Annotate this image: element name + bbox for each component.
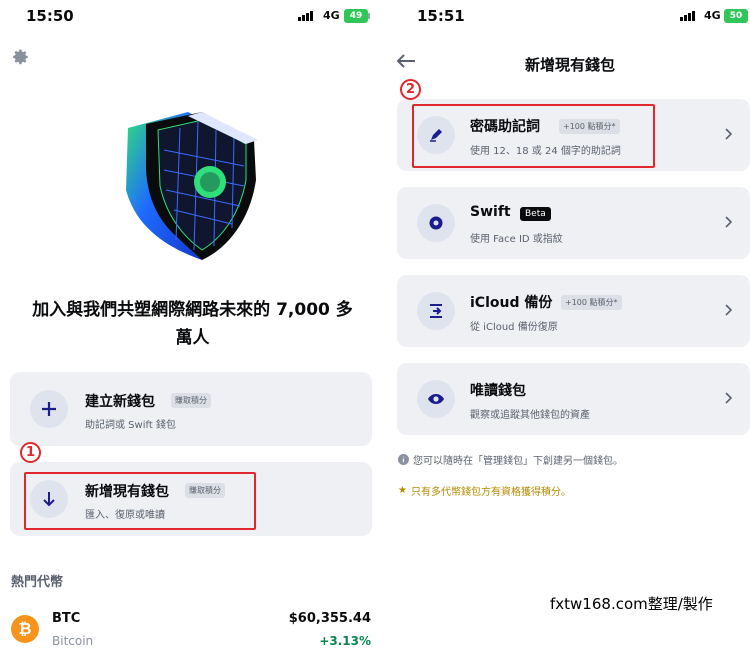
chevron-right-icon <box>725 392 732 404</box>
token-price: $60,355.44 <box>288 611 371 626</box>
shield-illustration <box>126 112 258 260</box>
plus-icon <box>30 390 68 428</box>
signal-icon <box>680 11 695 21</box>
battery-icon: 50 <box>724 9 748 23</box>
option-subtitle: 從 iCloud 備份復原 <box>470 322 558 333</box>
popular-tokens-header: 熱門代幣 <box>11 575 64 590</box>
gear-badge-icon <box>417 204 455 242</box>
option-subtitle: 使用 Face ID 或指紋 <box>470 234 563 245</box>
right-screen: 15:51 4G 50 新增現有錢包 密碼助記詞 +100 點積分* 使用 12… <box>390 0 750 652</box>
info-note-text: 您可以隨時在「管理錢包」下創建另一個錢包。 <box>413 456 623 467</box>
option-swift[interactable]: Swift Beta 使用 Face ID 或指紋 <box>397 187 750 259</box>
status-bar: 15:51 4G 50 <box>390 0 750 34</box>
status-bar: 15:50 4G 49 <box>0 0 385 34</box>
create-wallet-title: 建立新錢包 <box>85 394 155 410</box>
create-wallet-badge: 賺取積分 <box>171 393 211 408</box>
chevron-right-icon <box>725 304 732 316</box>
star-note-text: 只有多代幣錢包方有資格獲得積分。 <box>410 487 571 498</box>
option-badge: +100 點積分* <box>561 295 622 310</box>
network-label: 4G <box>323 9 340 22</box>
create-wallet-card[interactable]: 建立新錢包 賺取積分 助記詞或 Swift 錢包 <box>10 372 372 446</box>
create-wallet-subtitle: 助記詞或 Swift 錢包 <box>85 420 176 431</box>
hero-title: 加入與我們共塑網際網路未來的 7,000 多 萬人 <box>10 296 375 352</box>
option-view-only[interactable]: 唯讀錢包 觀察或追蹤其他錢包的資產 <box>397 363 750 435</box>
eye-icon <box>417 380 455 418</box>
chevron-right-icon <box>725 128 732 140</box>
battery-tip <box>368 13 370 19</box>
status-time: 15:51 <box>417 7 465 25</box>
gear-icon[interactable] <box>12 48 30 66</box>
option-title: Swift <box>470 204 511 220</box>
left-screen: 15:50 4G 49 加入與我們共塑網際網路未來的 7,000 多 萬人 建立… <box>0 0 385 652</box>
info-note: 您可以隨時在「管理錢包」下創建另一個錢包。 <box>398 452 623 467</box>
annotation-box-2 <box>412 104 655 168</box>
hero-title-line1: 加入與我們共塑網際網路未來的 7,000 多 <box>32 300 353 320</box>
status-time: 15:50 <box>26 7 74 25</box>
annotation-marker-1: 1 <box>20 442 41 463</box>
annotation-box-1 <box>24 472 256 530</box>
page-title: 新增現有錢包 <box>524 56 615 74</box>
option-subtitle: 觀察或追蹤其他錢包的資產 <box>470 410 590 421</box>
token-change: +3.13% <box>319 634 371 648</box>
option-title: 唯讀錢包 <box>470 383 526 399</box>
signal-icon <box>298 11 313 21</box>
restore-icon <box>417 292 455 330</box>
chevron-right-icon <box>725 216 732 228</box>
star-note: ★ 只有多代幣錢包方有資格獲得積分。 <box>398 483 571 498</box>
info-icon <box>398 454 409 465</box>
beta-badge: Beta <box>520 207 551 221</box>
network-label: 4G <box>704 9 721 22</box>
token-symbol: BTC <box>52 611 81 626</box>
star-icon: ★ <box>398 485 407 496</box>
hero-title-line2: 萬人 <box>175 328 210 348</box>
battery-icon: 49 <box>344 9 368 23</box>
option-icloud-backup[interactable]: iCloud 備份 +100 點積分* 從 iCloud 備份復原 <box>397 275 750 347</box>
option-title: iCloud 備份 <box>470 295 553 311</box>
bitcoin-icon: ₿ <box>11 615 39 643</box>
token-name: Bitcoin <box>52 634 94 648</box>
watermark: fxtw168.com整理/製作 <box>550 595 713 613</box>
annotation-marker-2: 2 <box>400 79 421 100</box>
